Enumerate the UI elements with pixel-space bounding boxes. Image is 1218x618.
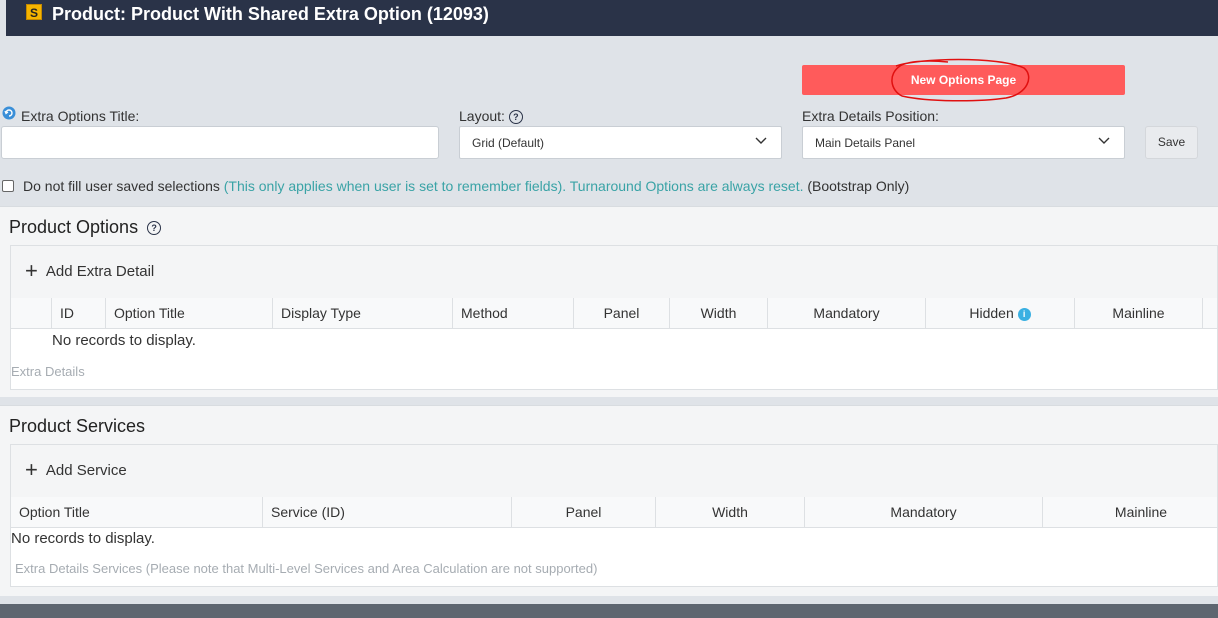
refresh-icon[interactable] [2, 106, 16, 120]
do-not-fill-label: Do not fill user saved selections (This … [23, 178, 909, 194]
extra-options-title-label: Extra Options Title: [21, 108, 140, 124]
extra-details-position-select[interactable]: Main Details Panel [802, 126, 1125, 159]
extra-options-title-input[interactable] [1, 126, 439, 159]
save-button[interactable]: Save [1145, 126, 1198, 159]
layout-select-value: Grid (Default) [472, 136, 545, 150]
column-header-id[interactable]: ID [52, 298, 106, 328]
product-services-section: Product Services + Add Service Option Tit… [0, 405, 1218, 596]
product-options-footnote: Extra Details [11, 364, 85, 379]
product-options-heading-text: Product Options [9, 217, 139, 237]
product-services-toolbar: + Add Service [11, 445, 1217, 498]
extra-details-position-value: Main Details Panel [815, 136, 916, 150]
product-options-empty-text: No records to display. [52, 332, 196, 349]
column-header-hidden-label: Hidden [969, 305, 1014, 321]
column-header-display-type[interactable]: Display Type [273, 298, 453, 328]
column-header-option-title[interactable]: Option Title [106, 298, 273, 328]
product-options-grid: + Add Extra Detail ID Option Title Displa… [10, 245, 1218, 390]
column-header-method[interactable]: Method [453, 298, 574, 328]
column-header-hidden[interactable]: Hidden i [926, 298, 1075, 328]
plus-icon: + [25, 457, 38, 482]
page-title: Product: Product With Shared Extra Optio… [52, 4, 489, 24]
column-header-panel[interactable]: Panel [512, 497, 656, 527]
info-circle-icon[interactable]: i [1017, 307, 1031, 321]
product-services-footnote: Extra Details Services (Please note that… [15, 561, 598, 576]
add-service-label: Add Service [45, 462, 127, 479]
column-header-mandatory[interactable]: Mandatory [768, 298, 926, 328]
product-options-heading: Product Options ? [9, 217, 162, 238]
page-header: S Product: Product With Shared Extra Opt… [6, 0, 1218, 36]
product-options-section: Product Options ? + Add Extra Detail ID O… [0, 206, 1218, 397]
product-services-header-row: Option Title Service (ID) Panel Width Ma… [11, 497, 1217, 528]
layout-select[interactable]: Grid (Default) [459, 126, 782, 159]
checkbox-label-note: (This only applies when user is set to r… [223, 178, 804, 194]
add-extra-detail-button[interactable]: + Add Extra Detail [25, 256, 155, 283]
add-extra-detail-label: Add Extra Detail [45, 263, 155, 280]
column-header[interactable] [11, 298, 52, 328]
column-header-service-id[interactable]: Service (ID) [263, 497, 512, 527]
do-not-fill-checkbox[interactable] [2, 180, 14, 192]
product-services-grid: + Add Service Option Title Service (ID) P… [10, 444, 1218, 587]
column-header-mainline[interactable]: Mainline [1075, 298, 1203, 328]
question-circle-icon[interactable]: ? [508, 110, 523, 125]
new-options-page-button[interactable]: New Options Page [802, 65, 1125, 95]
layout-label: Layout: ? [459, 108, 523, 125]
column-header-option-title[interactable]: Option Title [11, 497, 263, 527]
column-header-mandatory[interactable]: Mandatory [805, 497, 1043, 527]
add-service-button[interactable]: + Add Service [25, 455, 127, 482]
column-header-width[interactable]: Width [656, 497, 805, 527]
checkbox-label-suffix: (Bootstrap Only) [807, 178, 910, 194]
checkbox-label-prefix: Do not fill user saved selections [23, 178, 220, 194]
layout-label-text: Layout: [459, 108, 505, 124]
column-header-panel[interactable]: Panel [574, 298, 670, 328]
chevron-down-icon [755, 137, 767, 144]
chevron-down-icon [1098, 137, 1110, 144]
column-header-width[interactable]: Width [670, 298, 768, 328]
product-services-heading: Product Services [9, 416, 146, 436]
question-circle-icon[interactable]: ? [147, 221, 162, 236]
extra-details-position-label: Extra Details Position: [802, 108, 939, 124]
product-options-toolbar: + Add Extra Detail [11, 246, 1217, 299]
column-header-mainline[interactable]: Mainline [1043, 497, 1218, 527]
plus-icon: + [25, 258, 38, 283]
next-section-header [0, 604, 1218, 618]
product-services-empty-text: No records to display. [11, 530, 155, 547]
product-options-header-row: ID Option Title Display Type Method Pane… [11, 298, 1217, 329]
app-logo-icon: S [26, 4, 42, 20]
